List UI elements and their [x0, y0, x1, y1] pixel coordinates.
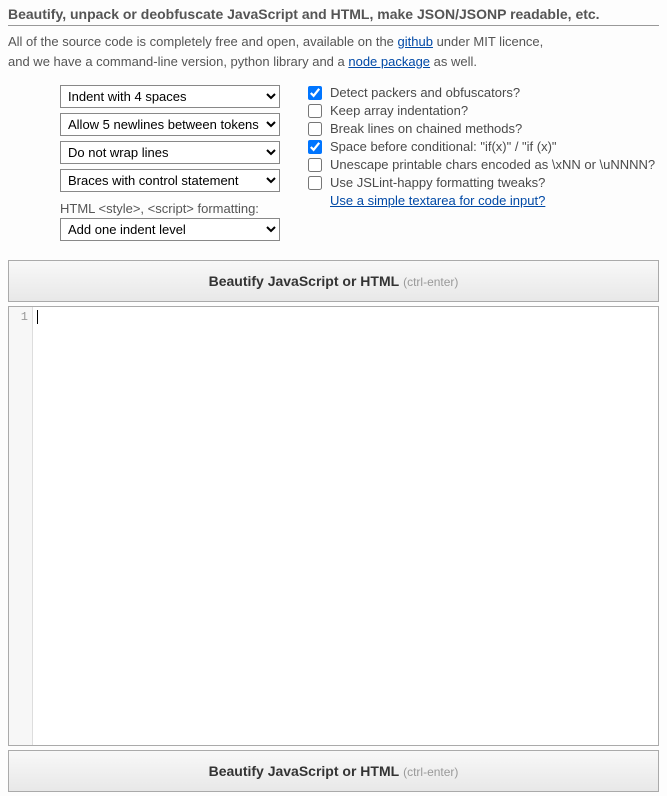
braces-select[interactable]: Braces with control statement	[60, 169, 280, 192]
github-link[interactable]: github	[398, 34, 433, 49]
beautify-hint: (ctrl-enter)	[403, 275, 458, 289]
break-chained-label: Break lines on chained methods?	[330, 121, 522, 136]
intro-p1: All of the source code is completely fre…	[8, 34, 398, 49]
jslint-checkbox[interactable]	[308, 176, 322, 190]
keep-array-label: Keep array indentation?	[330, 103, 468, 118]
indent-select[interactable]: Indent with 4 spaces	[60, 85, 280, 108]
line-number-1: 1	[21, 310, 28, 324]
code-area[interactable]	[33, 307, 658, 745]
beautify-button-bottom[interactable]: Beautify JavaScript or HTML (ctrl-enter)	[8, 750, 659, 792]
keep-array-checkbox[interactable]	[308, 104, 322, 118]
detect-packers-checkbox[interactable]	[308, 86, 322, 100]
beautify-label: Beautify JavaScript or HTML	[209, 273, 400, 289]
wrap-select[interactable]: Do not wrap lines	[60, 141, 280, 164]
beautify-hint-bottom: (ctrl-enter)	[403, 765, 458, 779]
space-conditional-label: Space before conditional: "if(x)" / "if …	[330, 139, 557, 154]
code-editor[interactable]: 1	[8, 306, 659, 746]
beautify-button-top[interactable]: Beautify JavaScript or HTML (ctrl-enter)	[8, 260, 659, 302]
newlines-select[interactable]: Allow 5 newlines between tokens	[60, 113, 280, 136]
intro-text: All of the source code is completely fre…	[8, 32, 659, 71]
break-chained-checkbox[interactable]	[308, 122, 322, 136]
intro-p4: as well.	[430, 54, 477, 69]
simple-textarea-link[interactable]: Use a simple textarea for code input?	[330, 193, 545, 208]
jslint-label: Use JSLint-happy formatting tweaks?	[330, 175, 545, 190]
space-conditional-checkbox[interactable]	[308, 140, 322, 154]
html-format-label: HTML <style>, <script> formatting:	[60, 201, 280, 216]
intro-p2: under MIT licence,	[433, 34, 543, 49]
intro-p3: and we have a command-line version, pyth…	[8, 54, 348, 69]
beautify-label-bottom: Beautify JavaScript or HTML	[209, 763, 400, 779]
html-format-select[interactable]: Add one indent level	[60, 218, 280, 241]
text-cursor	[37, 310, 38, 324]
page-title: Beautify, unpack or deobfuscate JavaScri…	[8, 6, 659, 26]
node-package-link[interactable]: node package	[348, 54, 430, 69]
unescape-label: Unescape printable chars encoded as \xNN…	[330, 157, 655, 172]
line-gutter: 1	[9, 307, 33, 745]
unescape-checkbox[interactable]	[308, 158, 322, 172]
detect-packers-label: Detect packers and obfuscators?	[330, 85, 520, 100]
